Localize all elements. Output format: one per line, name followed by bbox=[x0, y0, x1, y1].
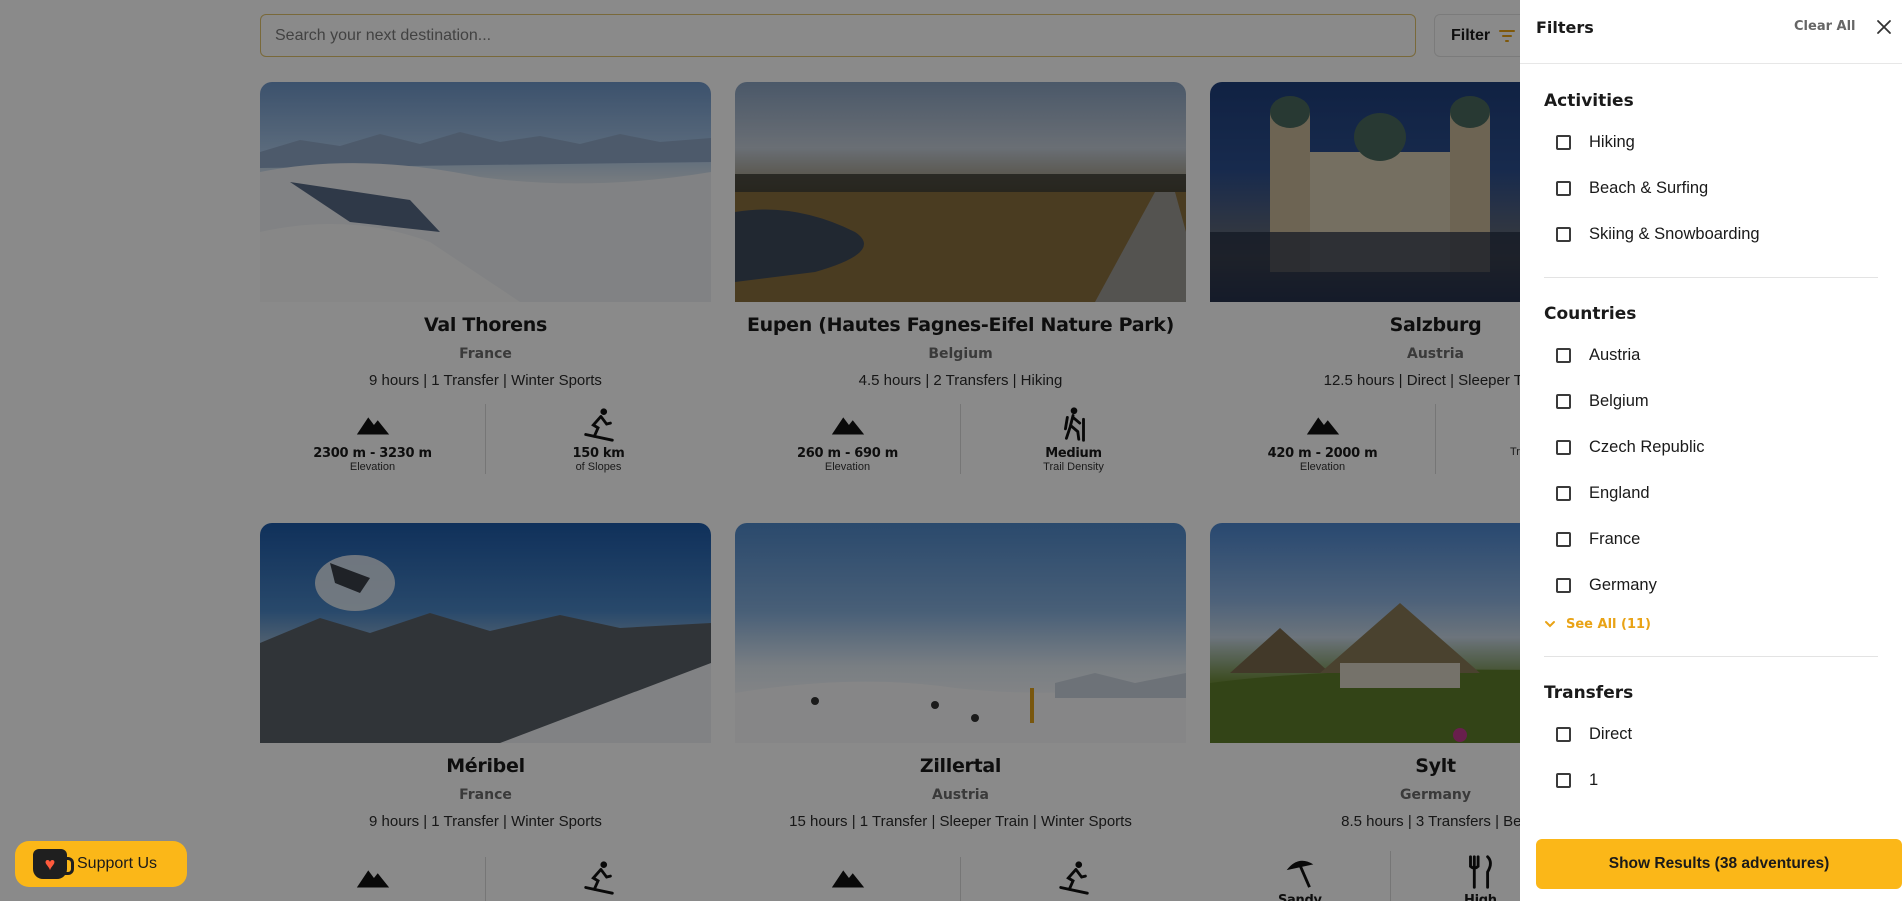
checkbox[interactable] bbox=[1556, 134, 1571, 150]
see-all-label: See All (11) bbox=[1566, 616, 1651, 632]
filters-title: Filters bbox=[1536, 18, 1594, 37]
filter-option-beach-surfing[interactable]: Beach & Surfing bbox=[1544, 165, 1878, 211]
see-all-countries-button[interactable]: See All (11) bbox=[1544, 608, 1878, 640]
filter-option-skiing[interactable]: Skiing & Snowboarding bbox=[1544, 211, 1878, 257]
checkbox[interactable] bbox=[1556, 393, 1571, 409]
section-title: Transfers bbox=[1544, 683, 1634, 703]
checkbox[interactable] bbox=[1556, 347, 1571, 363]
filters-body[interactable]: Activities Hiking Beach & Surfing Skiing… bbox=[1520, 65, 1902, 821]
filter-option-direct[interactable]: Direct bbox=[1544, 711, 1878, 757]
filter-option-1-transfer[interactable]: 1 bbox=[1544, 757, 1878, 803]
option-label: Direct bbox=[1589, 724, 1633, 743]
clear-all-button[interactable]: Clear All bbox=[1794, 19, 1856, 34]
filter-option-czech-republic[interactable]: Czech Republic bbox=[1544, 424, 1878, 470]
coffee-cup-icon: ♥ bbox=[33, 849, 74, 879]
support-us-label: Support Us bbox=[77, 855, 158, 872]
checkbox[interactable] bbox=[1556, 226, 1571, 242]
filter-section-countries: Countries Austria Belgium Czech Republic… bbox=[1544, 278, 1878, 657]
filter-option-austria[interactable]: Austria bbox=[1544, 332, 1878, 378]
checkbox[interactable] bbox=[1556, 531, 1571, 547]
option-label: Hiking bbox=[1589, 132, 1635, 151]
checkbox[interactable] bbox=[1556, 180, 1571, 196]
checkbox[interactable] bbox=[1556, 577, 1571, 593]
option-label: France bbox=[1589, 529, 1641, 548]
option-label: Beach & Surfing bbox=[1589, 178, 1709, 197]
checkbox[interactable] bbox=[1556, 439, 1571, 455]
support-us-button[interactable]: ♥ Support Us bbox=[15, 841, 187, 887]
option-label: England bbox=[1589, 483, 1650, 502]
filter-section-transfers: Transfers Direct 1 bbox=[1544, 657, 1878, 803]
filter-option-hiking[interactable]: Hiking bbox=[1544, 119, 1878, 165]
option-label: Czech Republic bbox=[1589, 437, 1705, 456]
checkbox[interactable] bbox=[1556, 485, 1571, 501]
option-label: Belgium bbox=[1589, 391, 1649, 410]
filters-header: Filters Clear All bbox=[1520, 0, 1902, 64]
filter-section-activities: Activities Hiking Beach & Surfing Skiing… bbox=[1544, 65, 1878, 278]
filter-option-belgium[interactable]: Belgium bbox=[1544, 378, 1878, 424]
checkbox[interactable] bbox=[1556, 726, 1571, 742]
filter-option-france[interactable]: France bbox=[1544, 516, 1878, 562]
filter-option-england[interactable]: England bbox=[1544, 470, 1878, 516]
option-label: Germany bbox=[1589, 575, 1657, 594]
section-title: Activities bbox=[1544, 91, 1634, 111]
filter-option-germany[interactable]: Germany bbox=[1544, 562, 1878, 608]
heart-icon: ♥ bbox=[44, 854, 56, 874]
show-results-button[interactable]: Show Results (38 adventures) bbox=[1536, 839, 1902, 889]
option-label: Skiing & Snowboarding bbox=[1589, 224, 1760, 243]
filters-panel: Filters Clear All Activities Hiking Beac… bbox=[1520, 0, 1902, 901]
section-title: Countries bbox=[1544, 304, 1637, 324]
option-label: 1 bbox=[1589, 770, 1599, 789]
checkbox[interactable] bbox=[1556, 772, 1571, 788]
option-label: Austria bbox=[1589, 345, 1641, 364]
chevron-down-icon bbox=[1545, 621, 1555, 628]
close-icon[interactable] bbox=[1876, 19, 1892, 35]
